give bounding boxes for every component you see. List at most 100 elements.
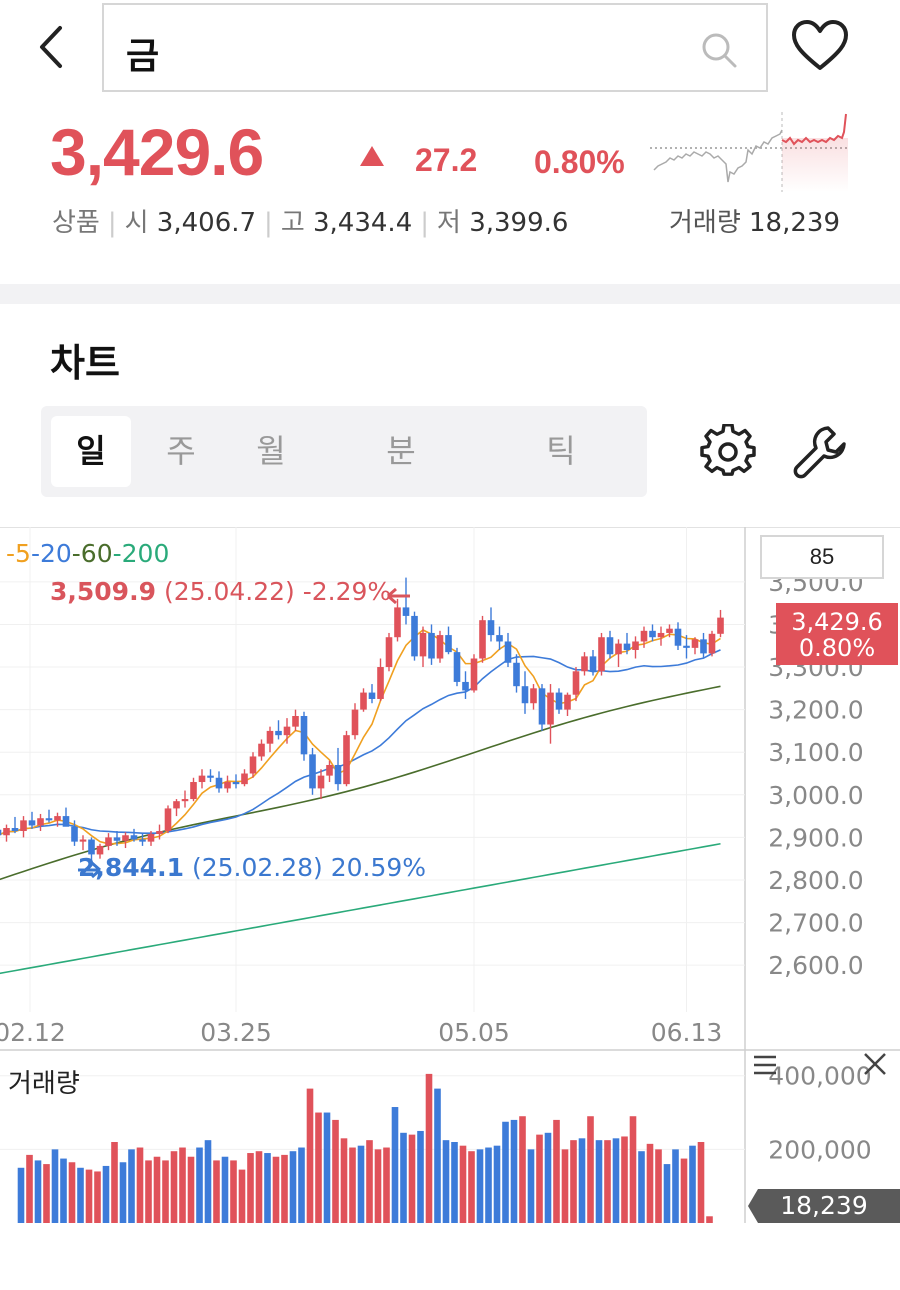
heart-icon bbox=[792, 20, 848, 70]
candle-body bbox=[504, 641, 512, 663]
candle-body bbox=[572, 671, 580, 695]
candle-body bbox=[547, 692, 554, 725]
candle-body bbox=[657, 632, 665, 638]
current-volume-tag: 18,239 bbox=[748, 1189, 900, 1223]
volume-bar bbox=[77, 1167, 84, 1223]
x-tick-label: 02.12 bbox=[0, 1018, 66, 1047]
volume-bar bbox=[434, 1088, 441, 1223]
menu-icon[interactable] bbox=[752, 1053, 780, 1077]
high-marker-arrow bbox=[387, 587, 410, 605]
volume-bar bbox=[638, 1151, 645, 1223]
candle-body bbox=[640, 630, 648, 642]
quote-summary: 3,429.6 27.2 0.80% 상품 | 시 3,406.7 | 고 3,434.… bbox=[0, 100, 900, 280]
candle-body bbox=[122, 835, 129, 841]
volume-bar bbox=[612, 1138, 620, 1223]
chart-tools-button[interactable] bbox=[792, 424, 848, 480]
volume-bar bbox=[595, 1140, 603, 1223]
candle-body bbox=[538, 688, 546, 725]
open-value: 3,406.7 bbox=[156, 208, 257, 238]
tab-minute[interactable]: 분 bbox=[341, 416, 461, 487]
volume-bar bbox=[230, 1160, 237, 1223]
period-high-marker: 3,509.9 (25.04.22) -2.29% bbox=[50, 577, 391, 606]
candle-body bbox=[496, 635, 503, 642]
section-divider bbox=[0, 284, 900, 304]
volume-bar bbox=[706, 1216, 713, 1223]
candle-body bbox=[105, 837, 112, 846]
volume-bar bbox=[536, 1134, 543, 1223]
indicator-setting-input[interactable]: 85 bbox=[760, 535, 884, 579]
volume-label: 거래량 bbox=[668, 208, 741, 238]
volume-bar bbox=[468, 1151, 475, 1223]
candle-body bbox=[3, 828, 10, 836]
candle-body bbox=[309, 754, 316, 789]
y-tick-label: 2,900.0 bbox=[768, 823, 863, 852]
tab-weekly[interactable]: 주 bbox=[141, 416, 221, 487]
volume-bar bbox=[502, 1121, 509, 1223]
volume-bar bbox=[60, 1158, 67, 1223]
x-tick-label: 03.25 bbox=[200, 1018, 272, 1047]
candle-body bbox=[615, 643, 622, 655]
candle-body bbox=[513, 662, 520, 687]
candle-body bbox=[385, 637, 393, 668]
low-label: 저 bbox=[437, 208, 461, 238]
candle-body bbox=[402, 607, 410, 616]
candle-body bbox=[71, 826, 78, 842]
search-input[interactable]: 금 bbox=[102, 3, 768, 92]
candle-body bbox=[28, 820, 36, 826]
candle-body bbox=[564, 694, 571, 710]
candlestick-chart[interactable]: 3,500.03,400.03,300.03,200.03,100.03,000… bbox=[0, 527, 900, 1227]
candle-body bbox=[598, 637, 605, 672]
candle-body bbox=[292, 716, 299, 727]
volume-bar bbox=[332, 1119, 339, 1223]
price-tag-pct: 0.80% bbox=[798, 634, 876, 662]
y-tick-label: 2,600.0 bbox=[768, 951, 863, 980]
volume-bar bbox=[442, 1140, 450, 1223]
period-high-date: (25.04.22) bbox=[163, 577, 295, 606]
volume-bar bbox=[289, 1151, 297, 1223]
candle-body bbox=[589, 656, 597, 672]
candle-body bbox=[62, 816, 70, 827]
candle-body bbox=[130, 835, 138, 840]
volume-bar bbox=[570, 1140, 577, 1223]
y-tick-label: 2,700.0 bbox=[768, 909, 863, 938]
volume-bar bbox=[510, 1119, 518, 1223]
volume-bar bbox=[34, 1160, 42, 1223]
tab-tick[interactable]: 틱 bbox=[501, 416, 621, 487]
candle-body bbox=[326, 764, 333, 776]
volume-bar bbox=[196, 1147, 203, 1223]
period-tab-bar: 일 주 월 분 틱 bbox=[41, 406, 647, 497]
volume-bar bbox=[43, 1164, 50, 1223]
candle-body bbox=[717, 617, 724, 634]
candle-body bbox=[674, 628, 682, 646]
search-icon[interactable] bbox=[700, 31, 738, 69]
candle-body bbox=[419, 632, 427, 657]
candle-body bbox=[190, 782, 197, 800]
candle-body bbox=[275, 730, 282, 736]
chart-section-title: 차트 bbox=[50, 341, 120, 385]
volume-bar bbox=[306, 1088, 314, 1223]
candle-body bbox=[683, 645, 690, 648]
close-icon[interactable] bbox=[862, 1051, 888, 1077]
volume-bar bbox=[408, 1134, 416, 1223]
tab-monthly[interactable]: 월 bbox=[231, 416, 311, 487]
candle-body bbox=[436, 635, 444, 659]
volume-bar bbox=[323, 1112, 331, 1223]
candle-body bbox=[258, 743, 265, 757]
candle-body bbox=[11, 828, 19, 831]
back-button[interactable] bbox=[30, 22, 74, 72]
candle-body bbox=[37, 818, 44, 826]
candle-body bbox=[173, 801, 180, 809]
period-low-marker: 2,844.1 (25.02.28) 20.59% bbox=[78, 853, 426, 882]
volume-bar bbox=[544, 1132, 552, 1223]
period-high-pct: -2.29% bbox=[302, 577, 392, 606]
tab-daily[interactable]: 일 bbox=[51, 416, 131, 487]
chart-settings-button[interactable] bbox=[700, 423, 756, 480]
favorite-button[interactable] bbox=[790, 18, 850, 74]
ma60-line bbox=[0, 685, 721, 881]
candle-body bbox=[394, 607, 401, 638]
period-low-value: 2,844.1 bbox=[78, 853, 184, 882]
volume-bar bbox=[136, 1147, 144, 1223]
price-change: 27.2 bbox=[415, 142, 478, 178]
volume-bar bbox=[417, 1130, 424, 1223]
volume-bar bbox=[519, 1116, 526, 1223]
